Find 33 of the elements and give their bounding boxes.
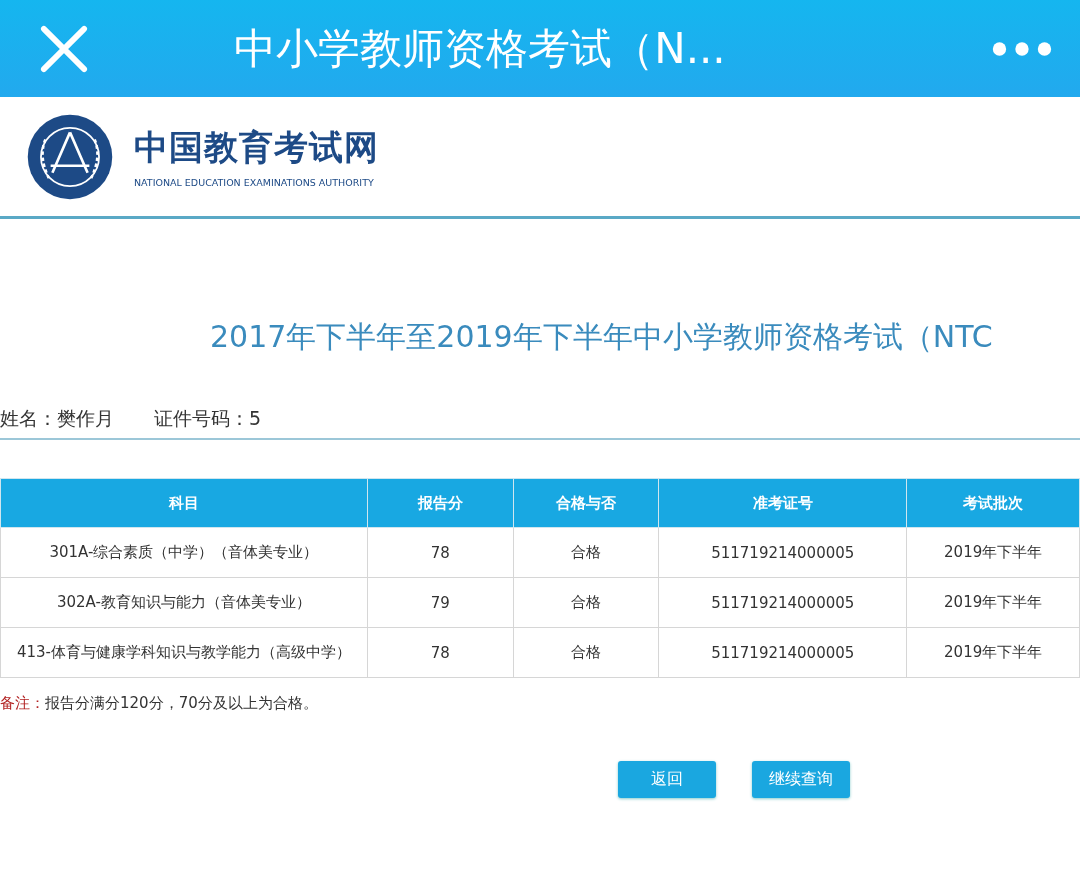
id-label: 证件号码：5 — [154, 406, 262, 431]
table-cell: 511719214000005 — [658, 627, 907, 678]
logo-name: 中国教育考试网 — [134, 126, 379, 169]
table-cell: 合格 — [513, 577, 659, 628]
column-header: 考试批次 — [906, 478, 1080, 528]
table-cell: 78 — [367, 527, 514, 578]
column-header: 合格与否 — [513, 478, 659, 528]
table-cell: 2019年下半年 — [906, 577, 1080, 628]
table-cell: 79 — [367, 577, 514, 628]
table-cell: 301A-综合素质（中学）（音体美专业） — [0, 527, 368, 578]
table-cell: 合格 — [513, 527, 659, 578]
query-button[interactable]: 继续查询 — [752, 761, 850, 798]
table-cell: 2019年下半年 — [906, 627, 1080, 678]
name-label: 姓名：樊作月 — [0, 406, 114, 431]
window-title: 中小学教师资格考试（N... — [233, 22, 727, 75]
table-cell: 413-体育与健康学科知识与教学能力（高级中学） — [0, 627, 368, 678]
table-cell: 511719214000005 — [658, 527, 907, 578]
emblem-icon — [26, 112, 114, 201]
close-icon[interactable] — [40, 24, 88, 73]
table-cell: 2019年下半年 — [906, 527, 1080, 578]
note-label: 备注： — [0, 694, 45, 712]
table-cell: 合格 — [513, 627, 659, 678]
table-cell: 302A-教育知识与能力（音体美专业） — [0, 577, 368, 628]
column-header: 科目 — [0, 478, 368, 528]
logo-subtitle: NATIONAL EDUCATION EXAMINATIONS AUTHORITY — [134, 177, 375, 188]
back-button[interactable]: 返回 — [618, 761, 716, 798]
column-header: 准考证号 — [658, 478, 907, 528]
table-cell: 511719214000005 — [658, 577, 907, 628]
note-text: 报告分满分120分，70分及以上为合格。 — [45, 694, 318, 712]
page-heading: 2017年下半年至2019年下半年中小学教师资格考试（NTC — [210, 318, 994, 356]
table-cell: 78 — [367, 627, 514, 678]
more-icon[interactable] — [992, 40, 1052, 57]
column-header: 报告分 — [367, 478, 514, 528]
